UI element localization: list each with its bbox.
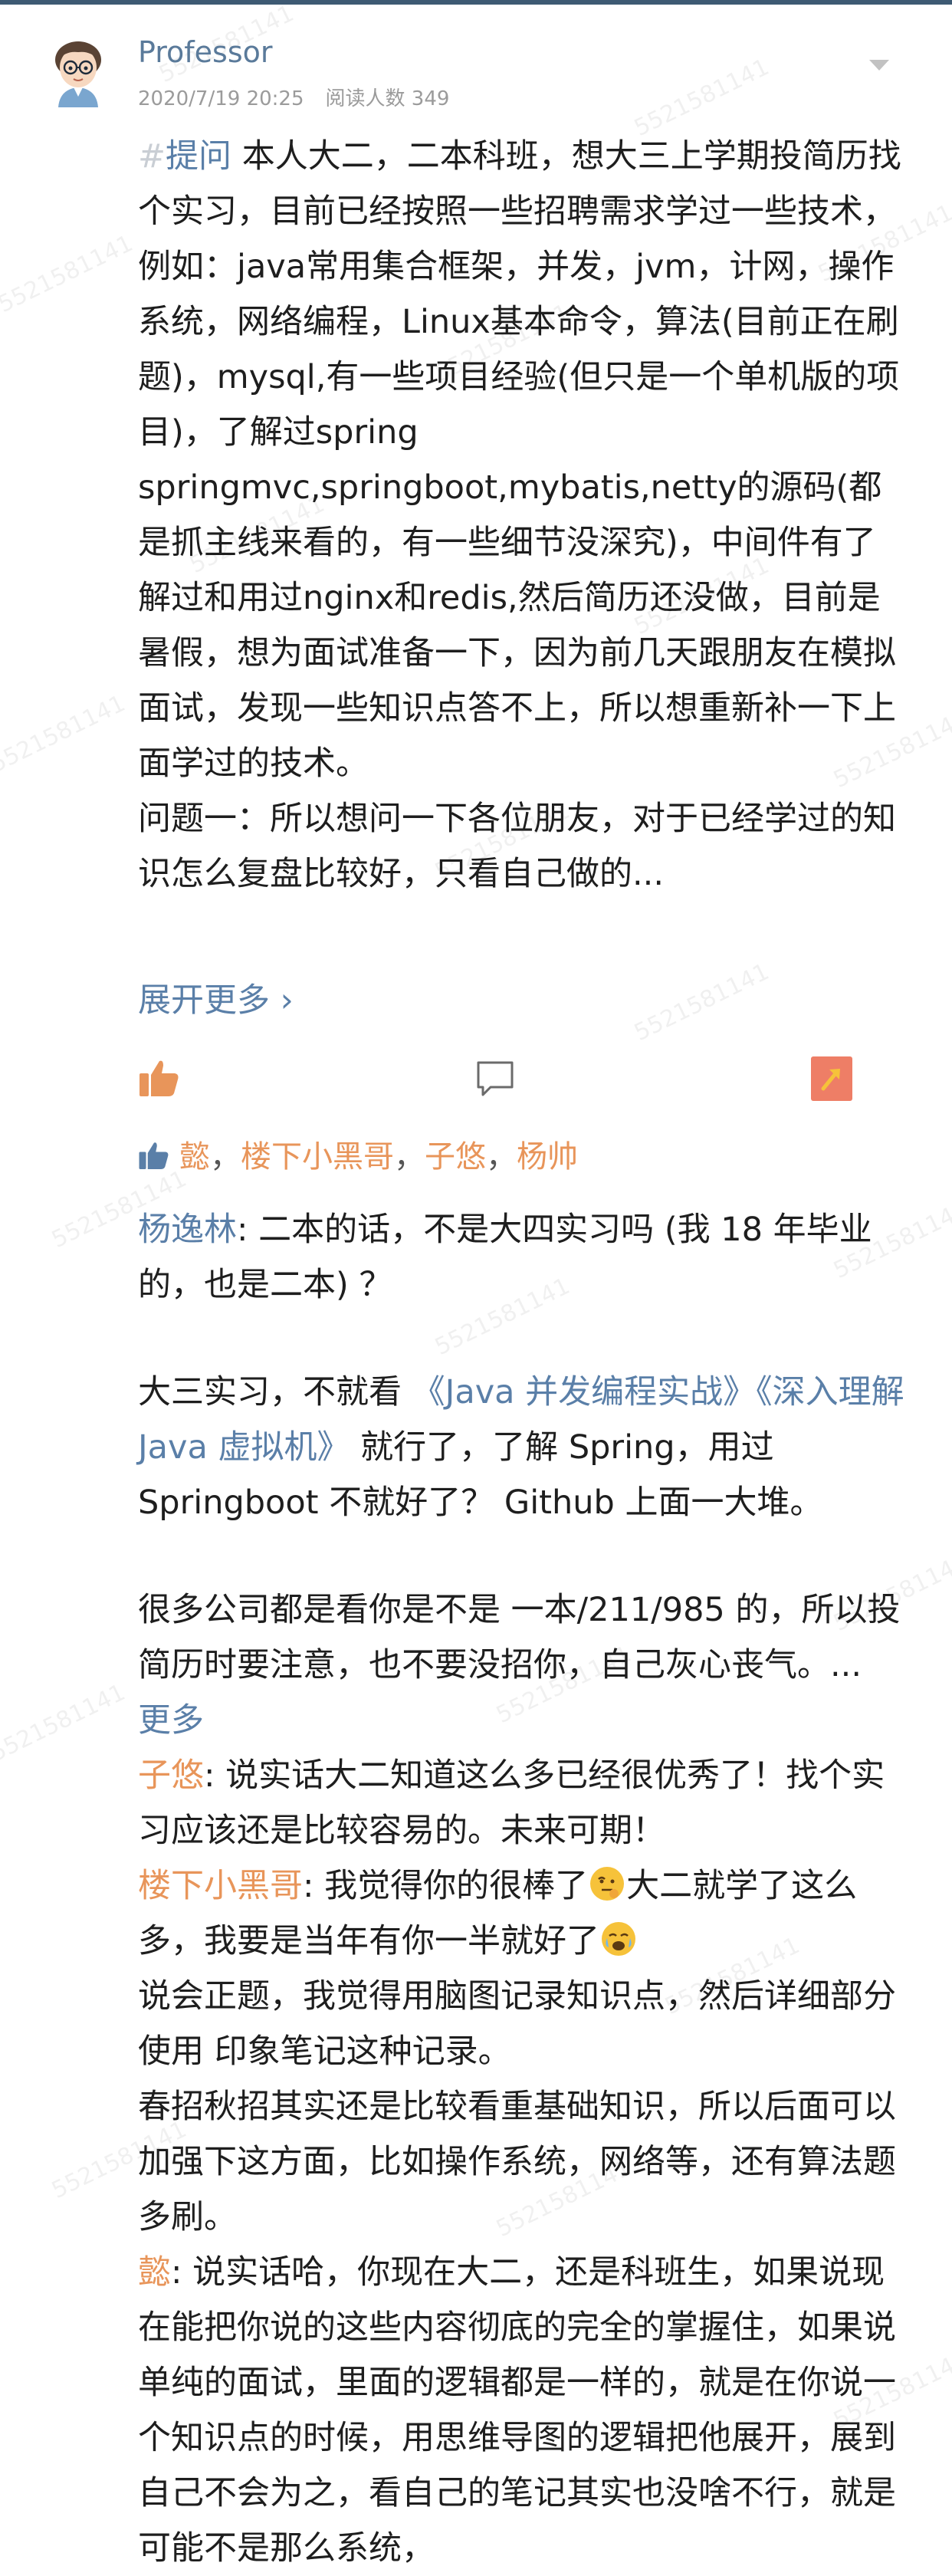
comment: 懿: 说实话哈，你现在大二，还是科班生，如果说现在能把你说的这些内容彻底的完全的… — [138, 2245, 904, 2576]
comment-more-link[interactable]: 更多 — [138, 1701, 204, 1740]
liker-separator: ， — [210, 1139, 241, 1175]
more-icon[interactable] — [869, 60, 889, 71]
comment-text: 春招秋招其实还是比较看重基础知识，所以后面可以加强下这方面，比如操作系统，网络等… — [138, 2088, 896, 2236]
comment: 杨逸林: 二本的话，不是大四实习吗 (我 18 年毕业的，也是二本) ？ — [138, 1202, 904, 1313]
comment-text: : 我觉得你的很棒了 — [303, 1867, 589, 1905]
comment-author[interactable]: 杨逸林 — [138, 1211, 237, 1249]
comment-author[interactable]: 楼下小黑哥 — [138, 1867, 303, 1905]
avatar[interactable] — [48, 37, 109, 107]
watermark: 5521581141 — [0, 229, 137, 319]
top-bar — [0, 0, 952, 5]
post-views: 阅读人数 349 — [325, 87, 450, 110]
likers-list: 懿，楼下小黑哥，子悠，杨帅 — [138, 1132, 578, 1176]
like-icon[interactable] — [138, 1056, 181, 1099]
watermark: 5521581141 — [0, 689, 130, 779]
comment-text: 大三实习，不就看 — [138, 1373, 412, 1411]
post-body: #提问 本人大二，二本科班，想大三上学期投简历找个实习，目前已经按照一些招聘需求… — [138, 129, 904, 902]
comment-text: 说会正题，我觉得用脑图记录知识点，然后详细部分使用 印象笔记这种记录。 — [138, 1977, 896, 2071]
post-date: 2020/7/19 20:25 — [138, 87, 304, 110]
comment: 子悠: 说实话大二知道这么多已经很优秀了！找个实习应该还是比较容易的。未来可期！ — [138, 1748, 904, 1858]
comment-text: : 二本的话，不是大四实习吗 (我 18 年毕业的，也是二本) ？ — [138, 1211, 872, 1304]
liker-separator: ， — [486, 1139, 517, 1175]
expand-more-link[interactable]: 展开更多 › — [138, 974, 294, 1021]
comment-list: 杨逸林: 二本的话，不是大四实习吗 (我 18 年毕业的，也是二本) ？ 大三实… — [138, 1202, 904, 2576]
emoji-crying-icon — [602, 1922, 635, 1956]
liker-name[interactable]: 杨帅 — [517, 1139, 578, 1175]
emoji-thinking-icon — [590, 1867, 625, 1901]
liked-thumb-icon — [139, 1142, 169, 1169]
comment-text: : 说实话大二知道这么多已经很优秀了！找个实习应该还是比较容易的。未来可期！ — [138, 1756, 885, 1850]
post-tag[interactable]: 提问 — [166, 137, 231, 176]
post-meta: 2020/7/19 20:25 阅读人数 349 — [138, 83, 471, 111]
comment-continuation: 大三实习，不就看 《Java 并发编程实战》《深入理解 Java 虚拟机》 就行… — [138, 1365, 904, 1530]
share-icon[interactable] — [811, 1056, 852, 1101]
liker-name[interactable]: 楼下小黑哥 — [241, 1139, 394, 1175]
comment-text: 很多公司都是看你是不是 一本/211/985 的，所以投简历时要注意，也不要没招… — [138, 1591, 901, 1684]
liker-name[interactable]: 子悠 — [425, 1139, 486, 1175]
comment: 楼下小黑哥: 我觉得你的很棒了 大二就学了这么多，我要是当年有你一半就好了 说会… — [138, 1858, 904, 2245]
comment-author[interactable]: 懿 — [138, 2253, 171, 2292]
post-question: 问题一：所以想问一下各位朋友，对于已经学过的知识怎么复盘比较好，只看自己做的..… — [138, 800, 896, 893]
comment-continuation: 很多公司都是看你是不是 一本/211/985 的，所以投简历时要注意，也不要没招… — [138, 1582, 904, 1748]
tag-hash: # — [138, 137, 166, 176]
comment-author[interactable]: 子悠 — [138, 1756, 204, 1795]
liker-separator: ， — [394, 1139, 425, 1175]
post-author[interactable]: Professor — [138, 35, 273, 69]
watermark: 5521581141 — [629, 958, 773, 1047]
comment-icon[interactable] — [475, 1060, 515, 1098]
liker-name[interactable]: 懿 — [179, 1139, 210, 1175]
watermark: 5521581141 — [0, 1678, 130, 1768]
comment-text: : 说实话哈，你现在大二，还是科班生，如果说现在能把你说的这些内容彻底的完全的掌… — [138, 2253, 896, 2568]
post-text: 本人大二，二本科班，想大三上学期投简历找个实习，目前已经按照一些招聘需求学过一些… — [138, 137, 901, 783]
